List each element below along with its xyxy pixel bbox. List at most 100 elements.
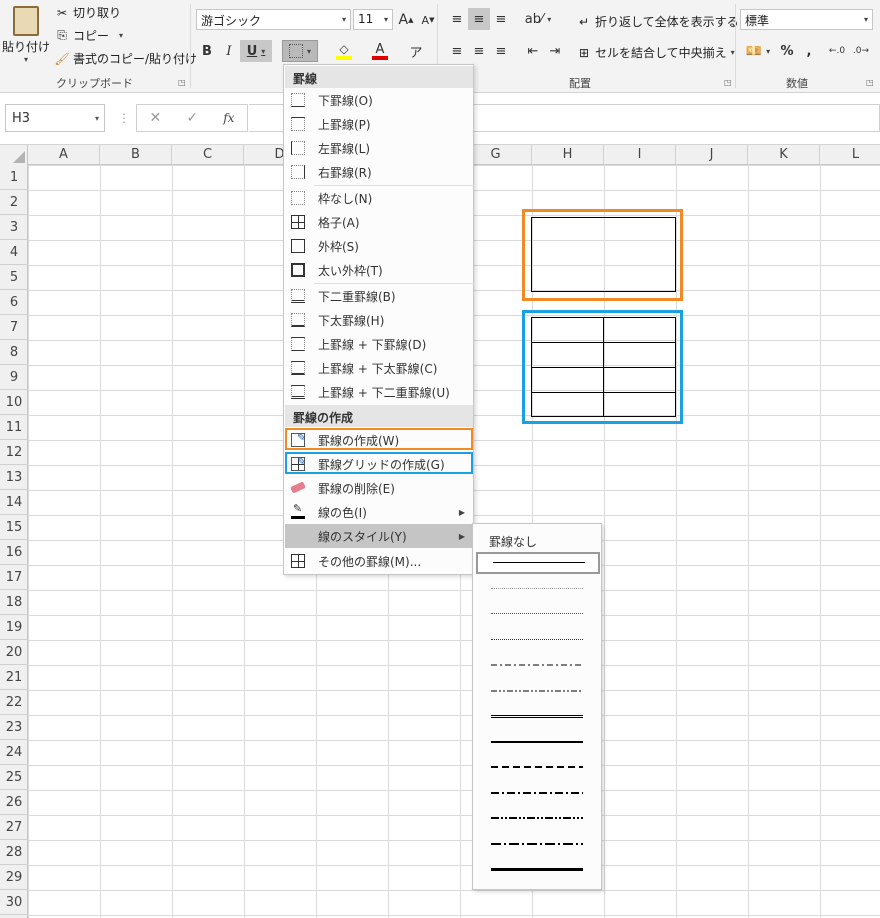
number-format-combo[interactable]: 標準 ▾ (740, 9, 873, 30)
menu-item-line-style[interactable]: 線のスタイル(Y) ▶ (285, 524, 473, 548)
borders-button[interactable]: ▾ (282, 40, 318, 62)
row-header[interactable]: 15 (0, 515, 28, 540)
paste-button[interactable]: 貼り付け ▾ (2, 6, 50, 64)
merge-center-button[interactable]: ⊞ セルを結合して中央揃え ▾ (576, 44, 735, 61)
align-right-button[interactable]: ≡ (490, 40, 512, 62)
dialog-launcher-icon[interactable]: ◳ (866, 78, 874, 87)
row-header[interactable]: 24 (0, 740, 28, 765)
line-style-option[interactable] (476, 858, 600, 880)
column-header[interactable]: A (28, 145, 100, 165)
align-left-button[interactable]: ≡ (446, 40, 468, 62)
shrink-font-button[interactable]: A ▼ (417, 9, 439, 31)
menu-item-erase-border[interactable]: 罫線の削除(E) (285, 476, 473, 500)
menu-item-top-double-bottom-border[interactable]: 上罫線 + 下二重罫線(U) (285, 380, 473, 404)
menu-item-bottom-double-border[interactable]: 下二重罫線(B) (285, 284, 473, 308)
row-header[interactable]: 30 (0, 890, 28, 915)
row-header[interactable]: 6 (0, 290, 28, 315)
row-header[interactable]: 28 (0, 840, 28, 865)
row-header[interactable]: 8 (0, 340, 28, 365)
column-header[interactable]: I (604, 145, 676, 165)
increase-indent-button[interactable]: ⇥ (544, 40, 566, 62)
line-style-option[interactable] (476, 654, 600, 676)
line-style-option[interactable] (476, 833, 600, 855)
menu-item-no-border[interactable]: 枠なし(N) (285, 186, 473, 210)
row-header[interactable]: 26 (0, 790, 28, 815)
bold-button[interactable]: B (196, 40, 218, 62)
insert-function-icon[interactable]: fx (223, 111, 234, 125)
orientation-button[interactable]: ab⁄ ▾ (522, 8, 554, 30)
menu-item-top-thick-bottom-border[interactable]: 上罫線 + 下太罫線(C) (285, 356, 473, 380)
decrease-indent-button[interactable]: ⇤ (522, 40, 544, 62)
cut-button[interactable]: ✂ 切り取り (54, 4, 121, 21)
font-color-button[interactable]: A (364, 40, 396, 62)
row-header[interactable]: 23 (0, 715, 28, 740)
comma-button[interactable]: , (798, 40, 820, 62)
dialog-launcher-icon[interactable]: ◳ (724, 78, 732, 87)
underline-button[interactable]: U ▾ (240, 40, 272, 62)
line-style-option[interactable] (476, 782, 600, 804)
row-header[interactable]: 16 (0, 540, 28, 565)
menu-item-top-bottom-border[interactable]: 上罫線 + 下罫線(D) (285, 332, 473, 356)
menu-item-all-borders[interactable]: 格子(A) (285, 210, 473, 234)
column-header[interactable]: B (100, 145, 172, 165)
row-header[interactable]: 10 (0, 390, 28, 415)
row-header[interactable]: 25 (0, 765, 28, 790)
italic-button[interactable]: I (218, 40, 240, 62)
row-header[interactable]: 13 (0, 465, 28, 490)
row-header[interactable]: 18 (0, 590, 28, 615)
line-style-option[interactable] (476, 807, 600, 829)
menu-item-left-border[interactable]: 左罫線(L) (285, 136, 473, 160)
row-header[interactable]: 2 (0, 190, 28, 215)
column-header[interactable]: K (748, 145, 820, 165)
grow-font-button[interactable]: A ▲ (395, 9, 417, 31)
column-header[interactable]: H (532, 145, 604, 165)
column-header[interactable]: J (676, 145, 748, 165)
line-style-option[interactable] (476, 756, 600, 778)
row-header[interactable]: 9 (0, 365, 28, 390)
row-header[interactable]: 29 (0, 865, 28, 890)
align-middle-button[interactable]: ≡ (468, 8, 490, 30)
row-header[interactable]: 19 (0, 615, 28, 640)
grip-icon[interactable]: ⋮ (118, 111, 130, 125)
phonetic-button[interactable]: ア (400, 40, 432, 62)
align-center-button[interactable]: ≡ (468, 40, 490, 62)
column-header[interactable]: L (820, 145, 880, 165)
increase-decimal-button[interactable]: ←.0 (826, 40, 848, 62)
decrease-decimal-button[interactable]: .0→ (850, 40, 872, 62)
menu-item-thick-bottom-border[interactable]: 下太罫線(H) (285, 308, 473, 332)
line-style-option[interactable] (476, 680, 600, 702)
line-style-option[interactable] (476, 731, 600, 753)
row-header[interactable]: 5 (0, 265, 28, 290)
menu-item-top-border[interactable]: 上罫線(P) (285, 112, 473, 136)
row-header[interactable]: 7 (0, 315, 28, 340)
line-style-option[interactable] (476, 629, 600, 651)
copy-button[interactable]: ⎘ コピー ▾ (54, 27, 123, 44)
row-header[interactable]: 27 (0, 815, 28, 840)
font-name-combo[interactable]: 游ゴシック ▾ (196, 9, 351, 30)
line-style-option[interactable] (476, 552, 600, 574)
menu-item-outside-borders[interactable]: 外枠(S) (285, 234, 473, 258)
row-header[interactable]: 14 (0, 490, 28, 515)
select-all-corner[interactable] (0, 145, 28, 165)
wrap-text-button[interactable]: ↵ 折り返して全体を表示する (576, 13, 739, 30)
row-header[interactable]: 22 (0, 690, 28, 715)
menu-item-right-border[interactable]: 右罫線(R) (285, 160, 473, 184)
currency-button[interactable]: 💴 ▾ (742, 40, 774, 62)
row-header[interactable]: 12 (0, 440, 28, 465)
name-box[interactable]: H3 ▾ (5, 104, 105, 132)
percent-button[interactable]: % (776, 40, 798, 62)
align-bottom-button[interactable]: ≡ (490, 8, 512, 30)
column-header[interactable]: C (172, 145, 244, 165)
menu-item-line-color[interactable]: ✎ 線の色(I) ▶ (285, 500, 473, 524)
menu-item-more-borders[interactable]: その他の罫線(M)... (285, 549, 473, 573)
menu-item-thick-outside-borders[interactable]: 太い外枠(T) (285, 258, 473, 282)
cancel-icon[interactable]: ✕ (150, 110, 162, 126)
menu-item-bottom-border[interactable]: 下罫線(O) (285, 88, 473, 112)
dialog-launcher-icon[interactable]: ◳ (178, 78, 186, 87)
line-style-none[interactable]: 罫線なし (489, 533, 537, 550)
row-header[interactable]: 20 (0, 640, 28, 665)
line-style-option[interactable] (476, 578, 600, 600)
align-top-button[interactable]: ≡ (446, 8, 468, 30)
row-header[interactable]: 17 (0, 565, 28, 590)
fill-color-button[interactable]: ◇ (328, 40, 360, 62)
